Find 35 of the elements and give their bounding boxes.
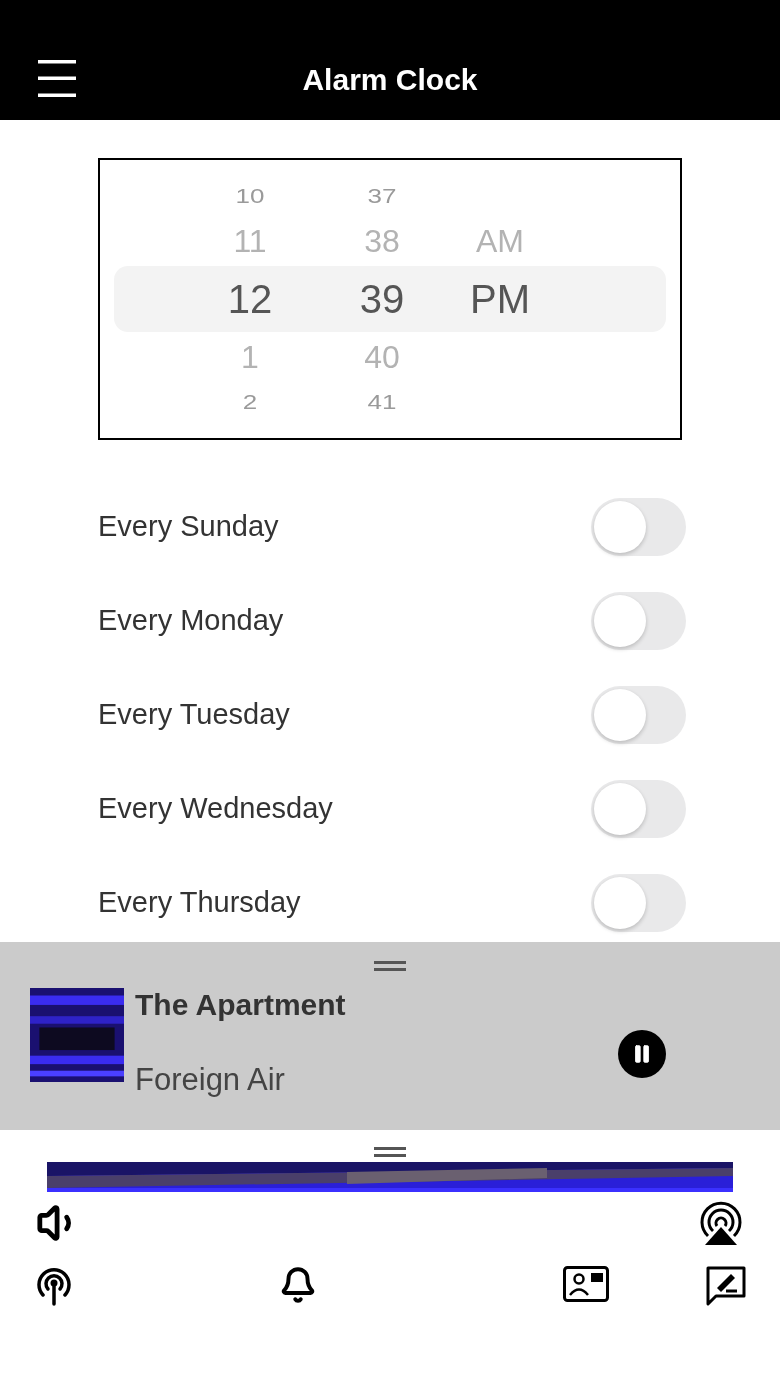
picker-value[interactable]: PM bbox=[470, 279, 530, 319]
picker-value[interactable]: AM bbox=[476, 225, 524, 257]
picker-value[interactable]: 38 bbox=[364, 225, 400, 257]
toggle-switch[interactable] bbox=[591, 592, 686, 650]
drag-handle-icon[interactable] bbox=[374, 960, 406, 972]
picker-value[interactable]: 2 bbox=[242, 392, 258, 412]
toggle-switch[interactable] bbox=[591, 498, 686, 556]
picker-value[interactable]: 11 bbox=[233, 225, 267, 257]
day-label: Every Sunday bbox=[98, 509, 279, 545]
message-edit-icon[interactable] bbox=[705, 1266, 746, 1306]
day-label: Every Monday bbox=[98, 603, 284, 639]
screen-title: Alarm Clock bbox=[302, 61, 478, 98]
day-label: Every Tuesday bbox=[98, 697, 290, 733]
picker-value[interactable]: 37 bbox=[367, 186, 397, 206]
picker-value[interactable]: 40 bbox=[364, 341, 400, 373]
artist-name: Foreign Air bbox=[135, 1061, 286, 1099]
toggle-switch[interactable] bbox=[591, 874, 686, 932]
time-picker[interactable]: 10 37 11 38 AM 12 39 PM 1 40 2 41 bbox=[98, 158, 682, 440]
toggle-switch[interactable] bbox=[591, 780, 686, 838]
day-label: Every Wednesday bbox=[98, 791, 333, 827]
picker-value[interactable]: 10 bbox=[235, 186, 265, 206]
drag-handle-icon[interactable] bbox=[374, 1146, 406, 1158]
pause-button[interactable] bbox=[618, 1030, 666, 1078]
picker-value[interactable]: 41 bbox=[367, 392, 397, 412]
antenna-icon[interactable] bbox=[34, 1266, 74, 1306]
menu-icon[interactable] bbox=[38, 60, 76, 97]
picker-value[interactable]: 39 bbox=[359, 279, 405, 319]
broadcast-icon[interactable] bbox=[698, 1200, 744, 1246]
mini-player[interactable]: The Apartment Foreign Air bbox=[0, 942, 780, 1130]
day-label: Every Thursday bbox=[98, 885, 301, 921]
picker-value[interactable]: 1 bbox=[241, 341, 259, 373]
toggle-switch[interactable] bbox=[591, 686, 686, 744]
picker-value[interactable]: 12 bbox=[227, 279, 273, 319]
contact-card-icon[interactable] bbox=[563, 1266, 610, 1302]
track-title: The Apartment bbox=[135, 987, 346, 1023]
